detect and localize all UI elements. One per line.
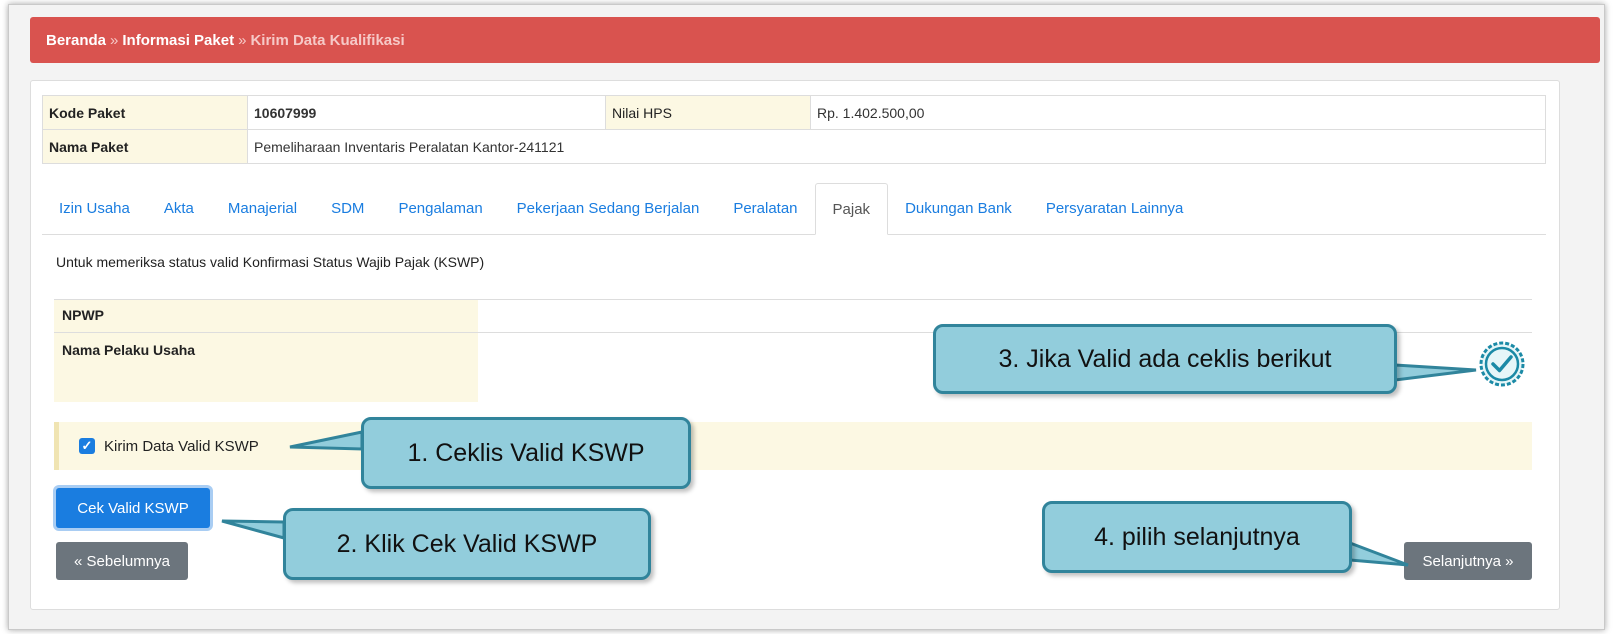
callout-1: 1. Ceklis Valid KSWP bbox=[361, 417, 691, 489]
callout-4: 4. pilih selanjutnya bbox=[1042, 501, 1352, 573]
callout-1-pointer bbox=[289, 430, 364, 451]
callout-3: 3. Jika Valid ada ceklis berikut bbox=[933, 324, 1397, 394]
callout-4-pointer bbox=[1348, 540, 1409, 567]
callout-2-pointer bbox=[221, 519, 286, 540]
check-circle-icon bbox=[1478, 340, 1526, 388]
callout-3-pointer bbox=[1393, 363, 1477, 382]
callout-2: 2. Klik Cek Valid KSWP bbox=[283, 508, 651, 580]
callout-pointers bbox=[221, 363, 1477, 567]
